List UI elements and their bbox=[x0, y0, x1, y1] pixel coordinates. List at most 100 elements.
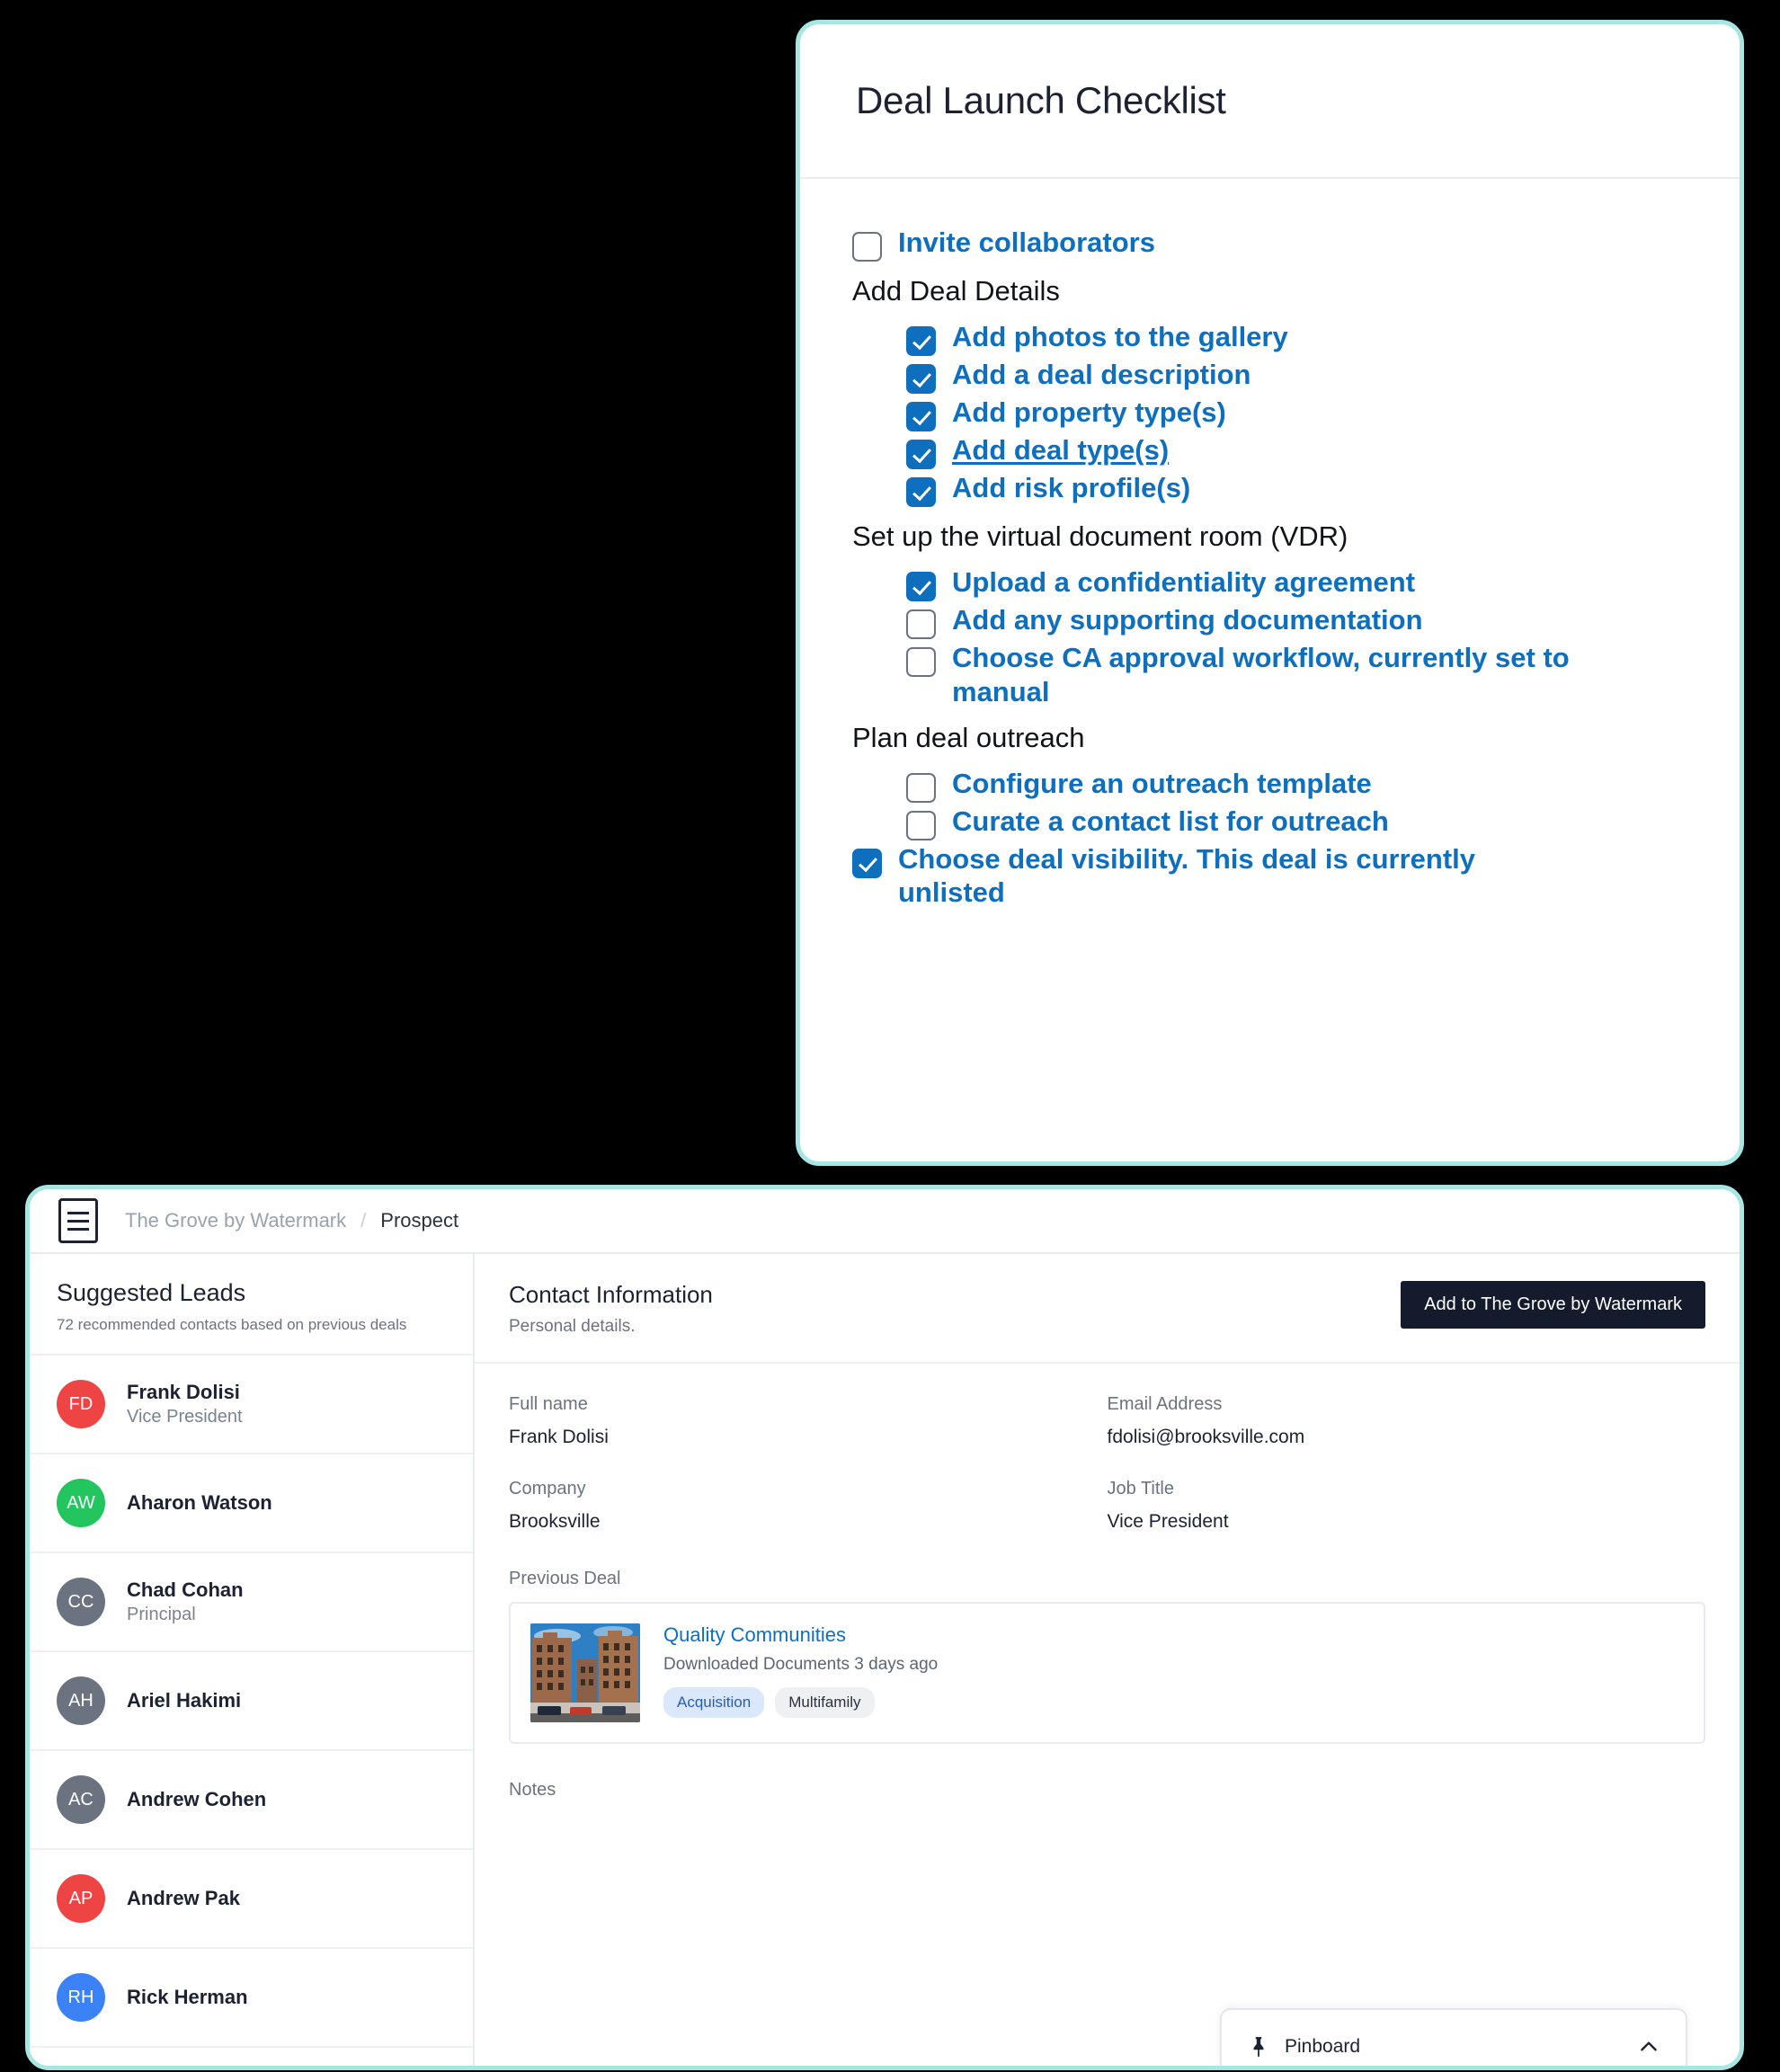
breadcrumb: The Grove by Watermark / Prospect bbox=[125, 1209, 458, 1232]
list-item[interactable]: AH Ariel Hakimi bbox=[30, 1652, 473, 1751]
sidebar-header: Suggested Leads 72 recommended contacts … bbox=[30, 1254, 473, 1356]
breadcrumb-root[interactable]: The Grove by Watermark bbox=[125, 1209, 346, 1232]
pin-icon bbox=[1253, 2037, 1264, 2057]
checklist-item-label[interactable]: Choose deal visibility. This deal is cur… bbox=[898, 842, 1581, 909]
field-value: fdolisi@brooksville.com bbox=[1107, 1427, 1305, 1447]
list-item[interactable]: AW Aharon Watson bbox=[30, 1454, 473, 1553]
checklist-item-label[interactable]: Invite collaborators bbox=[898, 226, 1155, 259]
page-subtitle: Personal details. bbox=[509, 1317, 636, 1336]
contact-fields: Full name Frank Dolisi Email Address fdo… bbox=[475, 1364, 1740, 1801]
checklist-item[interactable]: Add photos to the gallery bbox=[852, 320, 1696, 357]
sidebar-subtitle: 72 recommended contacts based on previou… bbox=[57, 1316, 407, 1333]
lead-name: Frank Dolisi bbox=[127, 1380, 240, 1403]
checkbox-unchecked-icon[interactable] bbox=[906, 647, 936, 678]
lead-text: Ariel Hakimi bbox=[127, 1687, 241, 1714]
field-full-name: Full name Frank Dolisi bbox=[509, 1394, 1108, 1448]
list-item[interactable]: AC Andrew Cohen bbox=[30, 1751, 473, 1850]
breadcrumb-separator: / bbox=[360, 1209, 367, 1232]
checkbox-checked-icon[interactable] bbox=[906, 440, 936, 470]
avatar: RH bbox=[57, 1973, 105, 2022]
avatar: AP bbox=[57, 1874, 105, 1923]
tag-acquisition: Acquisition bbox=[663, 1687, 765, 1718]
checklist-item[interactable]: Configure an outreach template bbox=[852, 767, 1696, 803]
hamburger-icon[interactable] bbox=[58, 1198, 98, 1243]
field-job-title: Job Title Vice President bbox=[1108, 1479, 1706, 1533]
checklist-item[interactable]: Choose deal visibility. This deal is cur… bbox=[852, 842, 1696, 909]
lead-text: Chad Cohan Principal bbox=[127, 1577, 244, 1628]
checkbox-unchecked-icon[interactable] bbox=[906, 772, 936, 803]
checklist-item[interactable]: Invite collaborators bbox=[852, 226, 1696, 262]
pinboard-panel[interactable]: Pinboard bbox=[1220, 2008, 1687, 2066]
deal-activity-meta: Downloaded Documents 3 days ago bbox=[663, 1655, 939, 1674]
field-company: Company Brooksville bbox=[509, 1479, 1108, 1533]
field-email-address: Email Address fdolisi@brooksville.com bbox=[1108, 1394, 1706, 1448]
deal-launch-checklist-card: Deal Launch Checklist Invite collaborato… bbox=[796, 20, 1744, 1166]
list-item[interactable]: CC Chad Cohan Principal bbox=[30, 1553, 473, 1652]
checkbox-checked-icon[interactable] bbox=[906, 402, 936, 432]
deal-tags: Acquisition Multifamily bbox=[663, 1687, 938, 1718]
checklist-item-label[interactable]: Configure an outreach template bbox=[952, 767, 1372, 800]
lead-text: Frank Dolisi Vice President bbox=[127, 1379, 243, 1430]
checklist-item[interactable]: Add property type(s) bbox=[852, 396, 1696, 432]
add-to-deal-button[interactable]: Add to The Grove by Watermark bbox=[1401, 1281, 1705, 1329]
lead-text: Rick Herman bbox=[127, 1984, 248, 2011]
contact-field-row-1: Full name Frank Dolisi Email Address fdo… bbox=[509, 1394, 1705, 1479]
field-value: Brooksville bbox=[509, 1511, 601, 1532]
checkbox-checked-icon[interactable] bbox=[906, 326, 936, 357]
checklist-item[interactable]: Add risk profile(s) bbox=[852, 471, 1696, 508]
checklist-item[interactable]: Upload a confidentiality agreement bbox=[852, 565, 1696, 602]
checklist-group-heading: Set up the virtual document room (VDR) bbox=[852, 520, 1348, 553]
breadcrumb-current[interactable]: Prospect bbox=[380, 1209, 458, 1232]
notes-label: Notes bbox=[509, 1780, 556, 1800]
checklist-item[interactable]: Add a deal description bbox=[852, 358, 1696, 395]
checklist-group-heading: Plan deal outreach bbox=[852, 721, 1085, 753]
checklist-item-label[interactable]: Add deal type(s) bbox=[952, 433, 1169, 467]
avatar: AH bbox=[57, 1676, 105, 1725]
checklist-item[interactable]: Add deal type(s) bbox=[852, 433, 1696, 470]
main-header-text: Contact Information Personal details. bbox=[509, 1281, 713, 1337]
checkbox-checked-icon[interactable] bbox=[906, 364, 936, 395]
checkbox-checked-icon[interactable] bbox=[852, 848, 882, 878]
contact-information-panel: Contact Information Personal details. Ad… bbox=[475, 1254, 1740, 2066]
list-item[interactable]: AP Andrew Pak bbox=[30, 1850, 473, 1949]
page-title: Contact Information bbox=[509, 1281, 713, 1308]
lead-name: Rick Herman bbox=[127, 1986, 248, 2009]
checklist-item-label[interactable]: Add a deal description bbox=[952, 358, 1250, 391]
lead-text: Andrew Cohen bbox=[127, 1786, 266, 1813]
list-item[interactable]: FD Frank Dolisi Vice President bbox=[30, 1356, 473, 1454]
sidebar-title: Suggested Leads bbox=[57, 1279, 246, 1306]
tag-multifamily: Multifamily bbox=[775, 1687, 875, 1718]
checkbox-checked-icon[interactable] bbox=[906, 572, 936, 602]
checklist-item-label[interactable]: Add photos to the gallery bbox=[952, 320, 1288, 353]
checklist-item-label[interactable]: Curate a contact list for outreach bbox=[952, 805, 1389, 838]
previous-deal-card[interactable]: Quality Communities Downloaded Documents… bbox=[509, 1602, 1705, 1744]
checkbox-unchecked-icon[interactable] bbox=[906, 810, 936, 840]
checklist-item-label[interactable]: Add any supporting documentation bbox=[952, 603, 1423, 636]
checkbox-unchecked-icon[interactable] bbox=[906, 609, 936, 640]
checkbox-unchecked-icon[interactable] bbox=[852, 232, 882, 262]
app-topbar: The Grove by Watermark / Prospect bbox=[30, 1189, 1740, 1254]
checklist-item[interactable]: Curate a contact list for outreach bbox=[852, 805, 1696, 840]
checklist-item-label[interactable]: Choose CA approval workflow, currently s… bbox=[952, 641, 1635, 707]
lead-role: Principal bbox=[127, 1605, 196, 1625]
checklist-item[interactable]: Choose CA approval workflow, currently s… bbox=[852, 641, 1696, 707]
field-label: Full name bbox=[509, 1394, 588, 1414]
checklist-item-label[interactable]: Add property type(s) bbox=[952, 396, 1226, 429]
checklist-item-label[interactable]: Upload a confidentiality agreement bbox=[952, 565, 1415, 599]
field-value: Frank Dolisi bbox=[509, 1427, 609, 1447]
chevron-up-icon[interactable] bbox=[1637, 2035, 1660, 2059]
list-item[interactable]: RH Rick Herman bbox=[30, 1949, 473, 2048]
pinboard-label: Pinboard bbox=[1285, 2036, 1361, 2057]
checklist-title: Deal Launch Checklist bbox=[856, 79, 1226, 121]
avatar: AC bbox=[57, 1775, 105, 1824]
checkbox-checked-icon[interactable] bbox=[906, 477, 936, 508]
field-label: Company bbox=[509, 1479, 586, 1498]
checklist-header: Deal Launch Checklist bbox=[800, 24, 1740, 179]
deal-card-text: Quality Communities Downloaded Documents… bbox=[663, 1623, 938, 1722]
avatar: AW bbox=[57, 1479, 105, 1527]
lead-text: Aharon Watson bbox=[127, 1490, 272, 1516]
field-value: Vice President bbox=[1107, 1511, 1229, 1532]
checklist-item-label[interactable]: Add risk profile(s) bbox=[952, 471, 1190, 504]
deal-name-link[interactable]: Quality Communities bbox=[663, 1623, 938, 1647]
checklist-item[interactable]: Add any supporting documentation bbox=[852, 603, 1696, 640]
